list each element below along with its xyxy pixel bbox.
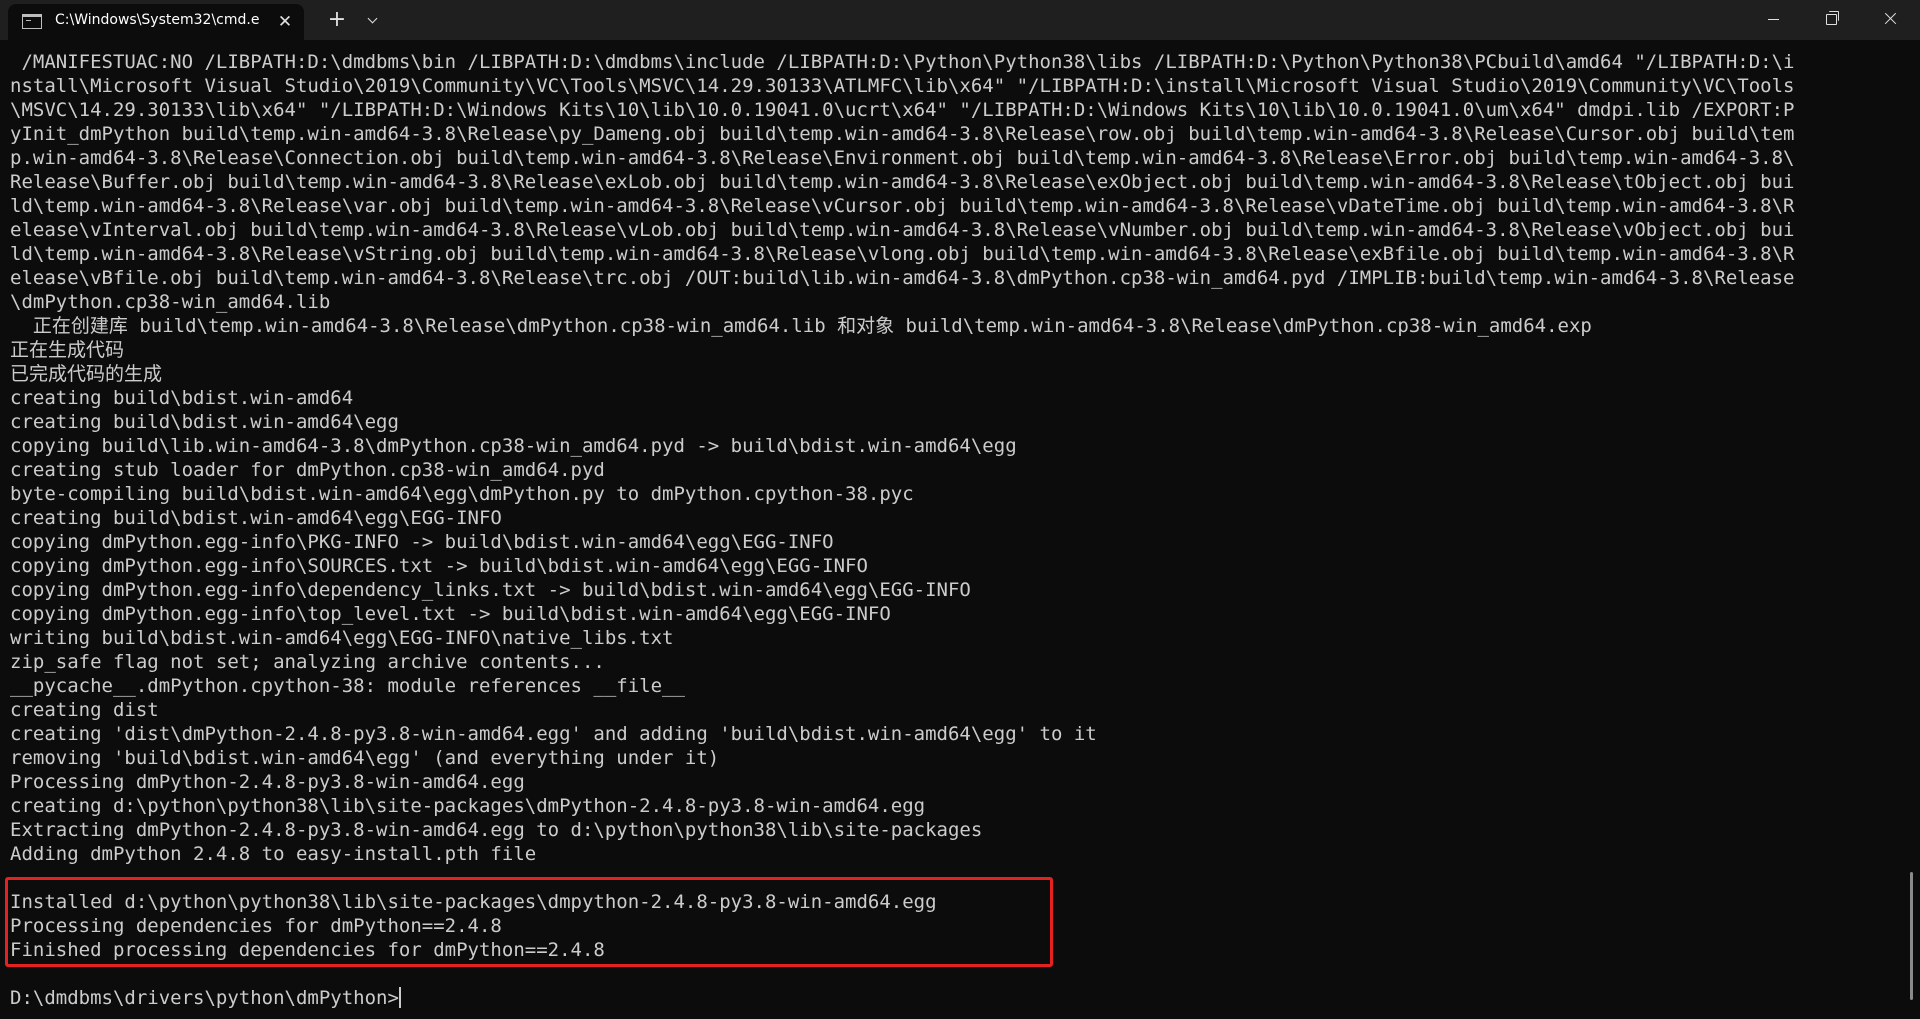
new-tab-button[interactable]: + (322, 6, 352, 34)
terminal-line: /MANIFESTUAC:NO /LIBPATH:D:\dmdbms\bin /… (10, 51, 1795, 73)
terminal-line: copying dmPython.egg-info\SOURCES.txt ->… (10, 555, 868, 577)
terminal-icon (22, 14, 42, 29)
terminal-output[interactable]: /MANIFESTUAC:NO /LIBPATH:D:\dmdbms\bin /… (10, 50, 1890, 1019)
terminal-line: creating build\bdist.win-amd64\egg\EGG-I… (10, 507, 502, 529)
close-tab-button[interactable]: ✕ (274, 10, 296, 34)
terminal-line: ld\temp.win-amd64-3.8\Release\vString.ob… (10, 243, 1795, 265)
terminal-line: creating dist (10, 699, 159, 721)
terminal-line: creating build\bdist.win-amd64\egg (10, 411, 399, 433)
terminal-line: Extracting dmPython-2.4.8-py3.8-win-amd6… (10, 819, 983, 841)
restore-button[interactable] (1804, 0, 1860, 38)
terminal-line: removing 'build\bdist.win-amd64\egg' (an… (10, 747, 720, 769)
tab-cmd[interactable]: C:\Windows\System32\cmd.e ✕ (8, 4, 304, 40)
title-bar: C:\Windows\System32\cmd.e ✕ + (0, 0, 1920, 40)
terminal-line: nstall\Microsoft Visual Studio\2019\Comm… (10, 75, 1795, 97)
terminal-line: 正在创建库 build\temp.win-amd64-3.8\Release\d… (10, 315, 1592, 337)
minimize-button[interactable] (1746, 0, 1802, 38)
terminal-line: yInit_dmPython build\temp.win-amd64-3.8\… (10, 123, 1795, 145)
terminal-line: Adding dmPython 2.4.8 to easy-install.pt… (10, 843, 537, 865)
prompt-line[interactable]: D:\dmdbms\drivers\python\dmPython> (10, 986, 1890, 1010)
terminal-line: elease\vBfile.obj build\temp.win-amd64-3… (10, 267, 1795, 289)
terminal-line: elease\vInterval.obj build\temp.win-amd6… (10, 219, 1795, 241)
terminal-line: 正在生成代码 (10, 339, 125, 361)
terminal-line: ld\temp.win-amd64-3.8\Release\var.obj bu… (10, 195, 1795, 217)
chevron-down-icon[interactable] (362, 6, 386, 34)
terminal-line: copying dmPython.egg-info\top_level.txt … (10, 603, 891, 625)
tab-title: C:\Windows\System32\cmd.e (55, 12, 260, 28)
terminal-line: copying dmPython.egg-info\dependency_lin… (10, 579, 971, 601)
text-cursor (398, 987, 401, 1008)
terminal-line: writing build\bdist.win-amd64\egg\EGG-IN… (10, 627, 674, 649)
scrollbar[interactable] (1910, 872, 1913, 1000)
close-window-button[interactable] (1862, 0, 1918, 38)
terminal-line: Release\Buffer.obj build\temp.win-amd64-… (10, 171, 1795, 193)
terminal-line: copying dmPython.egg-info\PKG-INFO -> bu… (10, 531, 834, 553)
terminal-line: 已完成代码的生成 (10, 363, 163, 385)
terminal-line: creating 'dist\dmPython-2.4.8-py3.8-win-… (10, 723, 1097, 745)
terminal-line: creating build\bdist.win-amd64 (10, 387, 354, 409)
terminal-line: creating d:\python\python38\lib\site-pac… (10, 795, 926, 817)
terminal-line: zip_safe flag not set; analyzing archive… (10, 651, 605, 673)
terminal-line: copying build\lib.win-amd64-3.8\dmPython… (10, 435, 1017, 457)
terminal-line: creating stub loader for dmPython.cp38-w… (10, 459, 605, 481)
terminal-line: Processing dmPython-2.4.8-py3.8-win-amd6… (10, 771, 525, 793)
highlight-box (5, 877, 1053, 967)
terminal-line: __pycache__.dmPython.cpython-38: module … (10, 675, 685, 697)
command-prompt: D:\dmdbms\drivers\python\dmPython> (10, 987, 399, 1009)
terminal-line: p.win-amd64-3.8\Release\Connection.obj b… (10, 147, 1795, 169)
terminal-line: byte-compiling build\bdist.win-amd64\egg… (10, 483, 914, 505)
terminal-line: \dmPython.cp38-win_amd64.lib (10, 291, 331, 313)
terminal-line: \MSVC\14.29.30133\lib\x64" "/LIBPATH:D:\… (10, 99, 1795, 121)
